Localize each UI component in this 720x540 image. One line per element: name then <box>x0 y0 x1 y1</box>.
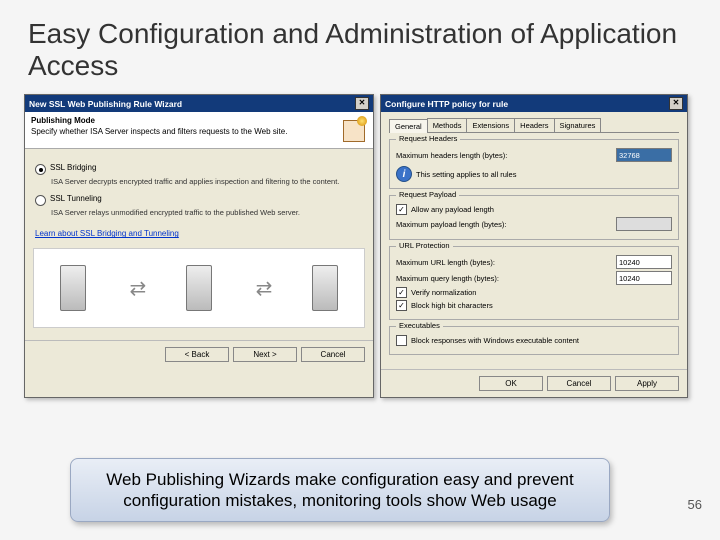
allow-any-label: Allow any payload length <box>411 205 494 214</box>
tab-general[interactable]: General <box>389 119 428 133</box>
tab-headers[interactable]: Headers <box>514 118 554 132</box>
option-desc: ISA Server relays unmodified encrypted t… <box>51 208 365 217</box>
back-button[interactable]: < Back <box>165 347 229 362</box>
server-icon <box>60 265 86 311</box>
wizard-diagram: ⇄ ⇄ <box>33 248 365 328</box>
wizard-subheading: Specify whether ISA Server inspects and … <box>31 127 287 136</box>
close-icon[interactable]: ✕ <box>669 97 683 110</box>
max-payload-field <box>616 217 672 231</box>
max-url-label: Maximum URL length (bytes): <box>396 258 495 267</box>
checkbox-block-highbit[interactable] <box>396 300 407 311</box>
checkbox-allow-any[interactable] <box>396 204 407 215</box>
server-icon <box>312 265 338 311</box>
http-title: Configure HTTP policy for rule <box>385 99 508 109</box>
dialogs-area: New SSL Web Publishing Rule Wizard ✕ Pub… <box>0 90 720 398</box>
ok-button[interactable]: OK <box>479 376 543 391</box>
tab-extensions[interactable]: Extensions <box>466 118 515 132</box>
tab-signatures[interactable]: Signatures <box>554 118 602 132</box>
group-title: Request Headers <box>396 134 460 143</box>
option-desc: ISA Server decrypts encrypted traffic an… <box>51 177 365 186</box>
checkbox-verify-normalization[interactable] <box>396 287 407 298</box>
apply-button[interactable]: Apply <box>615 376 679 391</box>
wizard-dialog: New SSL Web Publishing Rule Wizard ✕ Pub… <box>24 94 374 398</box>
wizard-heading: Publishing Mode <box>31 116 287 125</box>
group-request-payload: Request Payload Allow any payload length… <box>389 195 679 240</box>
package-icon <box>339 116 367 144</box>
arrows-icon: ⇄ <box>130 276 143 301</box>
tab-strip: General Methods Extensions Headers Signa… <box>389 118 679 133</box>
info-note: This setting applies to all rules <box>416 170 516 179</box>
page-number: 56 <box>688 497 702 512</box>
http-policy-dialog: Configure HTTP policy for rule ✕ General… <box>380 94 688 398</box>
block-exec-label: Block responses with Windows executable … <box>411 336 579 345</box>
caption-bubble: Web Publishing Wizards make configuratio… <box>70 458 610 523</box>
group-request-headers: Request Headers Maximum headers length (… <box>389 139 679 189</box>
http-titlebar: Configure HTTP policy for rule ✕ <box>381 95 687 112</box>
close-icon[interactable]: ✕ <box>355 97 369 110</box>
tab-methods[interactable]: Methods <box>427 118 468 132</box>
option-ssl-tunneling[interactable]: SSL Tunneling <box>35 194 363 206</box>
wizard-titlebar: New SSL Web Publishing Rule Wizard ✕ <box>25 95 373 112</box>
radio-icon[interactable] <box>35 164 46 175</box>
wizard-title: New SSL Web Publishing Rule Wizard <box>29 99 182 109</box>
server-icon <box>186 265 212 311</box>
arrows-icon: ⇄ <box>256 276 269 301</box>
info-icon: i <box>396 166 412 182</box>
radio-icon[interactable] <box>35 195 46 206</box>
wizard-button-row: < Back Next > Cancel <box>25 340 373 368</box>
verify-label: Verify normalization <box>411 288 476 297</box>
max-url-field[interactable]: 10240 <box>616 255 672 269</box>
wizard-header: Publishing Mode Specify whether ISA Serv… <box>25 112 373 149</box>
max-payload-label: Maximum payload length (bytes): <box>396 220 506 229</box>
group-url-protection: URL Protection Maximum URL length (bytes… <box>389 246 679 320</box>
option-ssl-bridging[interactable]: SSL Bridging <box>35 163 363 175</box>
max-query-label: Maximum query length (bytes): <box>396 274 499 283</box>
cancel-button[interactable]: Cancel <box>301 347 365 362</box>
group-title: Request Payload <box>396 190 459 199</box>
checkbox-block-exec[interactable] <box>396 335 407 346</box>
block-high-label: Block high bit characters <box>411 301 493 310</box>
group-executables: Executables Block responses with Windows… <box>389 326 679 355</box>
cancel-button[interactable]: Cancel <box>547 376 611 391</box>
learn-link[interactable]: Learn about SSL Bridging and Tunneling <box>35 229 179 238</box>
http-button-row: OK Cancel Apply <box>381 369 687 397</box>
group-title: Executables <box>396 321 443 330</box>
max-headers-label: Maximum headers length (bytes): <box>396 151 507 160</box>
max-headers-field[interactable]: 32768 <box>616 148 672 162</box>
max-query-field[interactable]: 10240 <box>616 271 672 285</box>
slide-title: Easy Configuration and Administration of… <box>0 0 720 90</box>
option-label: SSL Tunneling <box>50 194 102 203</box>
next-button[interactable]: Next > <box>233 347 297 362</box>
option-label: SSL Bridging <box>50 163 96 172</box>
group-title: URL Protection <box>396 241 453 250</box>
